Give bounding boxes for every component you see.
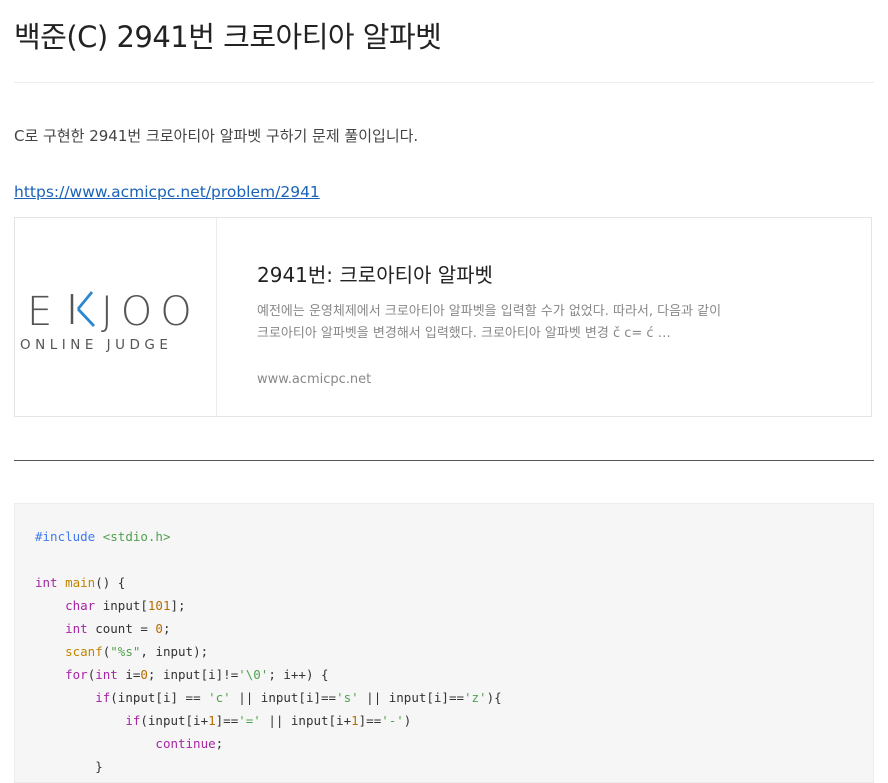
post-title: 백준(C) 2941번 크로아티아 알파벳	[14, 20, 442, 54]
problem-link[interactable]: https://www.acmicpc.net/problem/2941	[14, 183, 320, 201]
card-title: 2941번: 크로아티아 알파벳	[257, 263, 493, 287]
baekjoon-logo: E JOO ONLINE JUDGE	[20, 289, 200, 353]
card-host: www.acmicpc.net	[257, 372, 372, 387]
post-intro: C로 구현한 2941번 크로아티아 알파벳 구하기 문제 풀이입니다.	[14, 127, 419, 145]
logo-letters-joo: JOO	[101, 289, 200, 335]
code-text: #include <stdio.h> int main() { char inp…	[35, 529, 502, 774]
content-divider	[14, 460, 874, 461]
logo-letter-e: E	[27, 289, 54, 335]
card-thumbnail: E JOO ONLINE JUDGE	[15, 218, 217, 416]
card-description: 예전에는 운영체제에서 크로아티아 알파벳을 입력할 수가 없었다. 따라서, …	[257, 304, 722, 341]
link-preview-card[interactable]: E JOO ONLINE JUDGE 2941번: 크로아티아 알파벳 예전에는…	[14, 217, 872, 417]
logo-k-arm-upper	[76, 291, 94, 310]
title-divider	[14, 82, 874, 83]
logo-k-arm-lower	[76, 308, 96, 327]
logo-subtitle: ONLINE JUDGE	[20, 337, 172, 353]
code-block: #include <stdio.h> int main() { char inp…	[14, 503, 874, 783]
